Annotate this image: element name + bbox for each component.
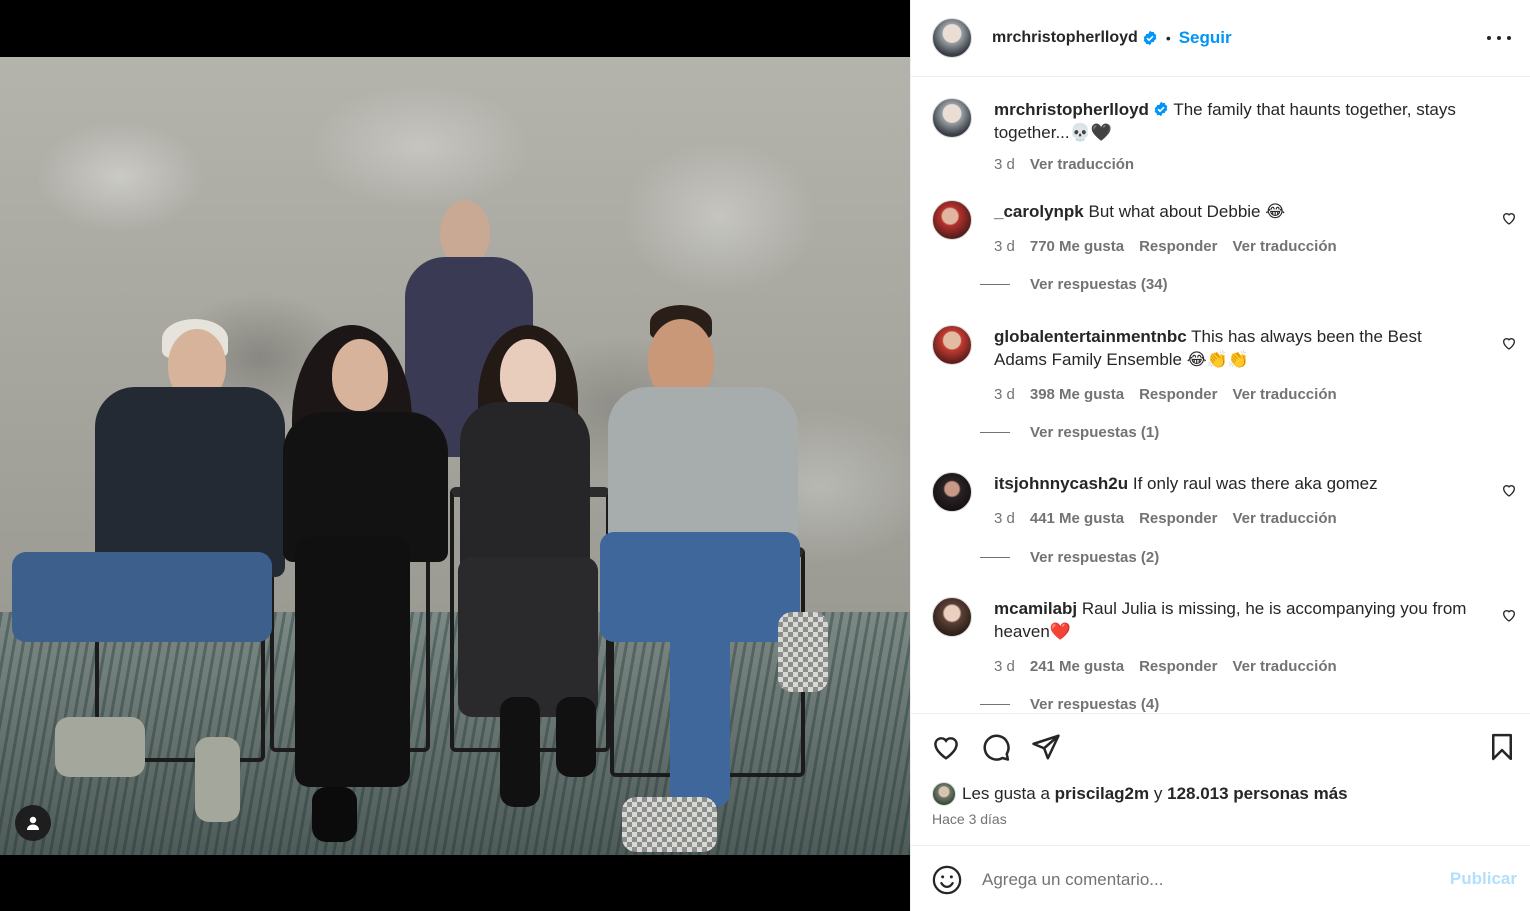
post-sidebar: mrchristopherlloyd • Seguir mrchristophe… xyxy=(910,0,1530,911)
comment-icon[interactable] xyxy=(981,732,1011,762)
comment-time: 3 d xyxy=(994,238,1015,255)
comment-time: 3 d xyxy=(994,658,1015,675)
heart-icon[interactable] xyxy=(1501,607,1517,623)
publish-button[interactable]: Publicar xyxy=(1450,869,1517,889)
commenter-avatar[interactable] xyxy=(932,597,972,637)
likes-joiner: y xyxy=(1153,784,1163,803)
comment-input[interactable] xyxy=(982,866,1432,894)
view-replies-label: Ver respuestas (34) xyxy=(1030,276,1168,293)
post-photo xyxy=(0,57,910,855)
view-replies-label: Ver respuestas (1) xyxy=(1030,424,1160,441)
likes-summary: Les gusta a priscilag2m y 128.013 person… xyxy=(932,782,1348,806)
liker-username[interactable]: priscilag2m xyxy=(1055,784,1150,804)
likes-count-link[interactable]: 128.013 personas más xyxy=(1167,784,1348,804)
verified-badge-icon xyxy=(1143,30,1157,46)
likes-prefix: Les gusta a xyxy=(962,784,1050,803)
commenter-username[interactable]: globalentertainmentnbc xyxy=(994,327,1187,346)
comment-likes[interactable]: 398 Me gusta xyxy=(1030,383,1124,406)
user-tag-icon xyxy=(27,816,39,830)
bookmark-icon[interactable] xyxy=(1487,732,1517,762)
see-translation-link[interactable]: Ver traducción xyxy=(1232,655,1336,678)
comment-likes[interactable]: 770 Me gusta xyxy=(1030,235,1124,258)
see-translation-link[interactable]: Ver traducción xyxy=(1232,235,1336,258)
commenter-username[interactable]: itsjohnnycash2u xyxy=(994,474,1128,493)
see-translation-link[interactable]: Ver traducción xyxy=(1232,507,1336,530)
author-avatar[interactable] xyxy=(932,18,972,58)
follow-button[interactable]: Seguir xyxy=(1179,28,1232,48)
emoji-icon[interactable] xyxy=(932,865,962,895)
comment-text: If only raul was there aka gomez xyxy=(1132,474,1378,493)
commenter-username[interactable]: mcamilabj xyxy=(994,599,1077,618)
comment-likes[interactable]: 441 Me gusta xyxy=(1030,507,1124,530)
commenter-avatar[interactable] xyxy=(932,325,972,365)
add-comment-bar: Publicar xyxy=(911,845,1530,911)
view-replies-label: Ver respuestas (4) xyxy=(1030,696,1160,713)
send-icon[interactable] xyxy=(1031,732,1061,762)
heart-icon[interactable] xyxy=(1501,210,1517,226)
view-replies-toggle[interactable]: Ver respuestas (2) xyxy=(980,549,1159,566)
comment-time: 3 d xyxy=(994,386,1015,403)
reply-button[interactable]: Responder xyxy=(1139,507,1217,530)
post-timestamp: Hace 3 días xyxy=(932,811,1007,827)
reply-button[interactable]: Responder xyxy=(1139,235,1217,258)
view-replies-toggle[interactable]: Ver respuestas (1) xyxy=(980,424,1159,441)
heart-icon[interactable] xyxy=(1501,482,1517,498)
commenter-username[interactable]: _carolynpk xyxy=(994,202,1084,221)
comments-list[interactable]: mrchristopherlloyd The family that haunt… xyxy=(911,78,1530,713)
heart-icon[interactable] xyxy=(1501,335,1517,351)
view-replies-toggle[interactable]: Ver respuestas (4) xyxy=(980,696,1159,713)
commenter-avatar[interactable] xyxy=(932,200,972,240)
comment-likes[interactable]: 241 Me gusta xyxy=(1030,655,1124,678)
post-media[interactable] xyxy=(0,0,910,911)
comment-time: 3 d xyxy=(994,510,1015,527)
comment-text: But what about Debbie 😂 xyxy=(1088,202,1286,221)
author-avatar[interactable] xyxy=(932,98,972,138)
liker-avatar[interactable] xyxy=(932,782,956,806)
reply-button[interactable]: Responder xyxy=(1139,655,1217,678)
author-username[interactable]: mrchristopherlloyd xyxy=(992,29,1138,47)
more-options-icon[interactable] xyxy=(1487,28,1511,48)
commenter-avatar[interactable] xyxy=(932,472,972,512)
see-translation-link[interactable]: Ver traducción xyxy=(1232,383,1336,406)
see-translation-link[interactable]: Ver traducción xyxy=(1030,153,1134,176)
view-replies-toggle[interactable]: Ver respuestas (34) xyxy=(980,276,1168,293)
separator-dot: • xyxy=(1165,30,1171,46)
post-header: mrchristopherlloyd • Seguir xyxy=(911,0,1530,77)
verified-badge-icon xyxy=(1154,101,1168,117)
caption-time: 3 d xyxy=(994,156,1015,173)
reply-button[interactable]: Responder xyxy=(1139,383,1217,406)
view-replies-label: Ver respuestas (2) xyxy=(1030,549,1160,566)
user-tag-button[interactable] xyxy=(15,805,51,841)
heart-icon[interactable] xyxy=(931,732,961,762)
action-bar xyxy=(911,713,1530,773)
author-username[interactable]: mrchristopherlloyd xyxy=(994,100,1149,119)
